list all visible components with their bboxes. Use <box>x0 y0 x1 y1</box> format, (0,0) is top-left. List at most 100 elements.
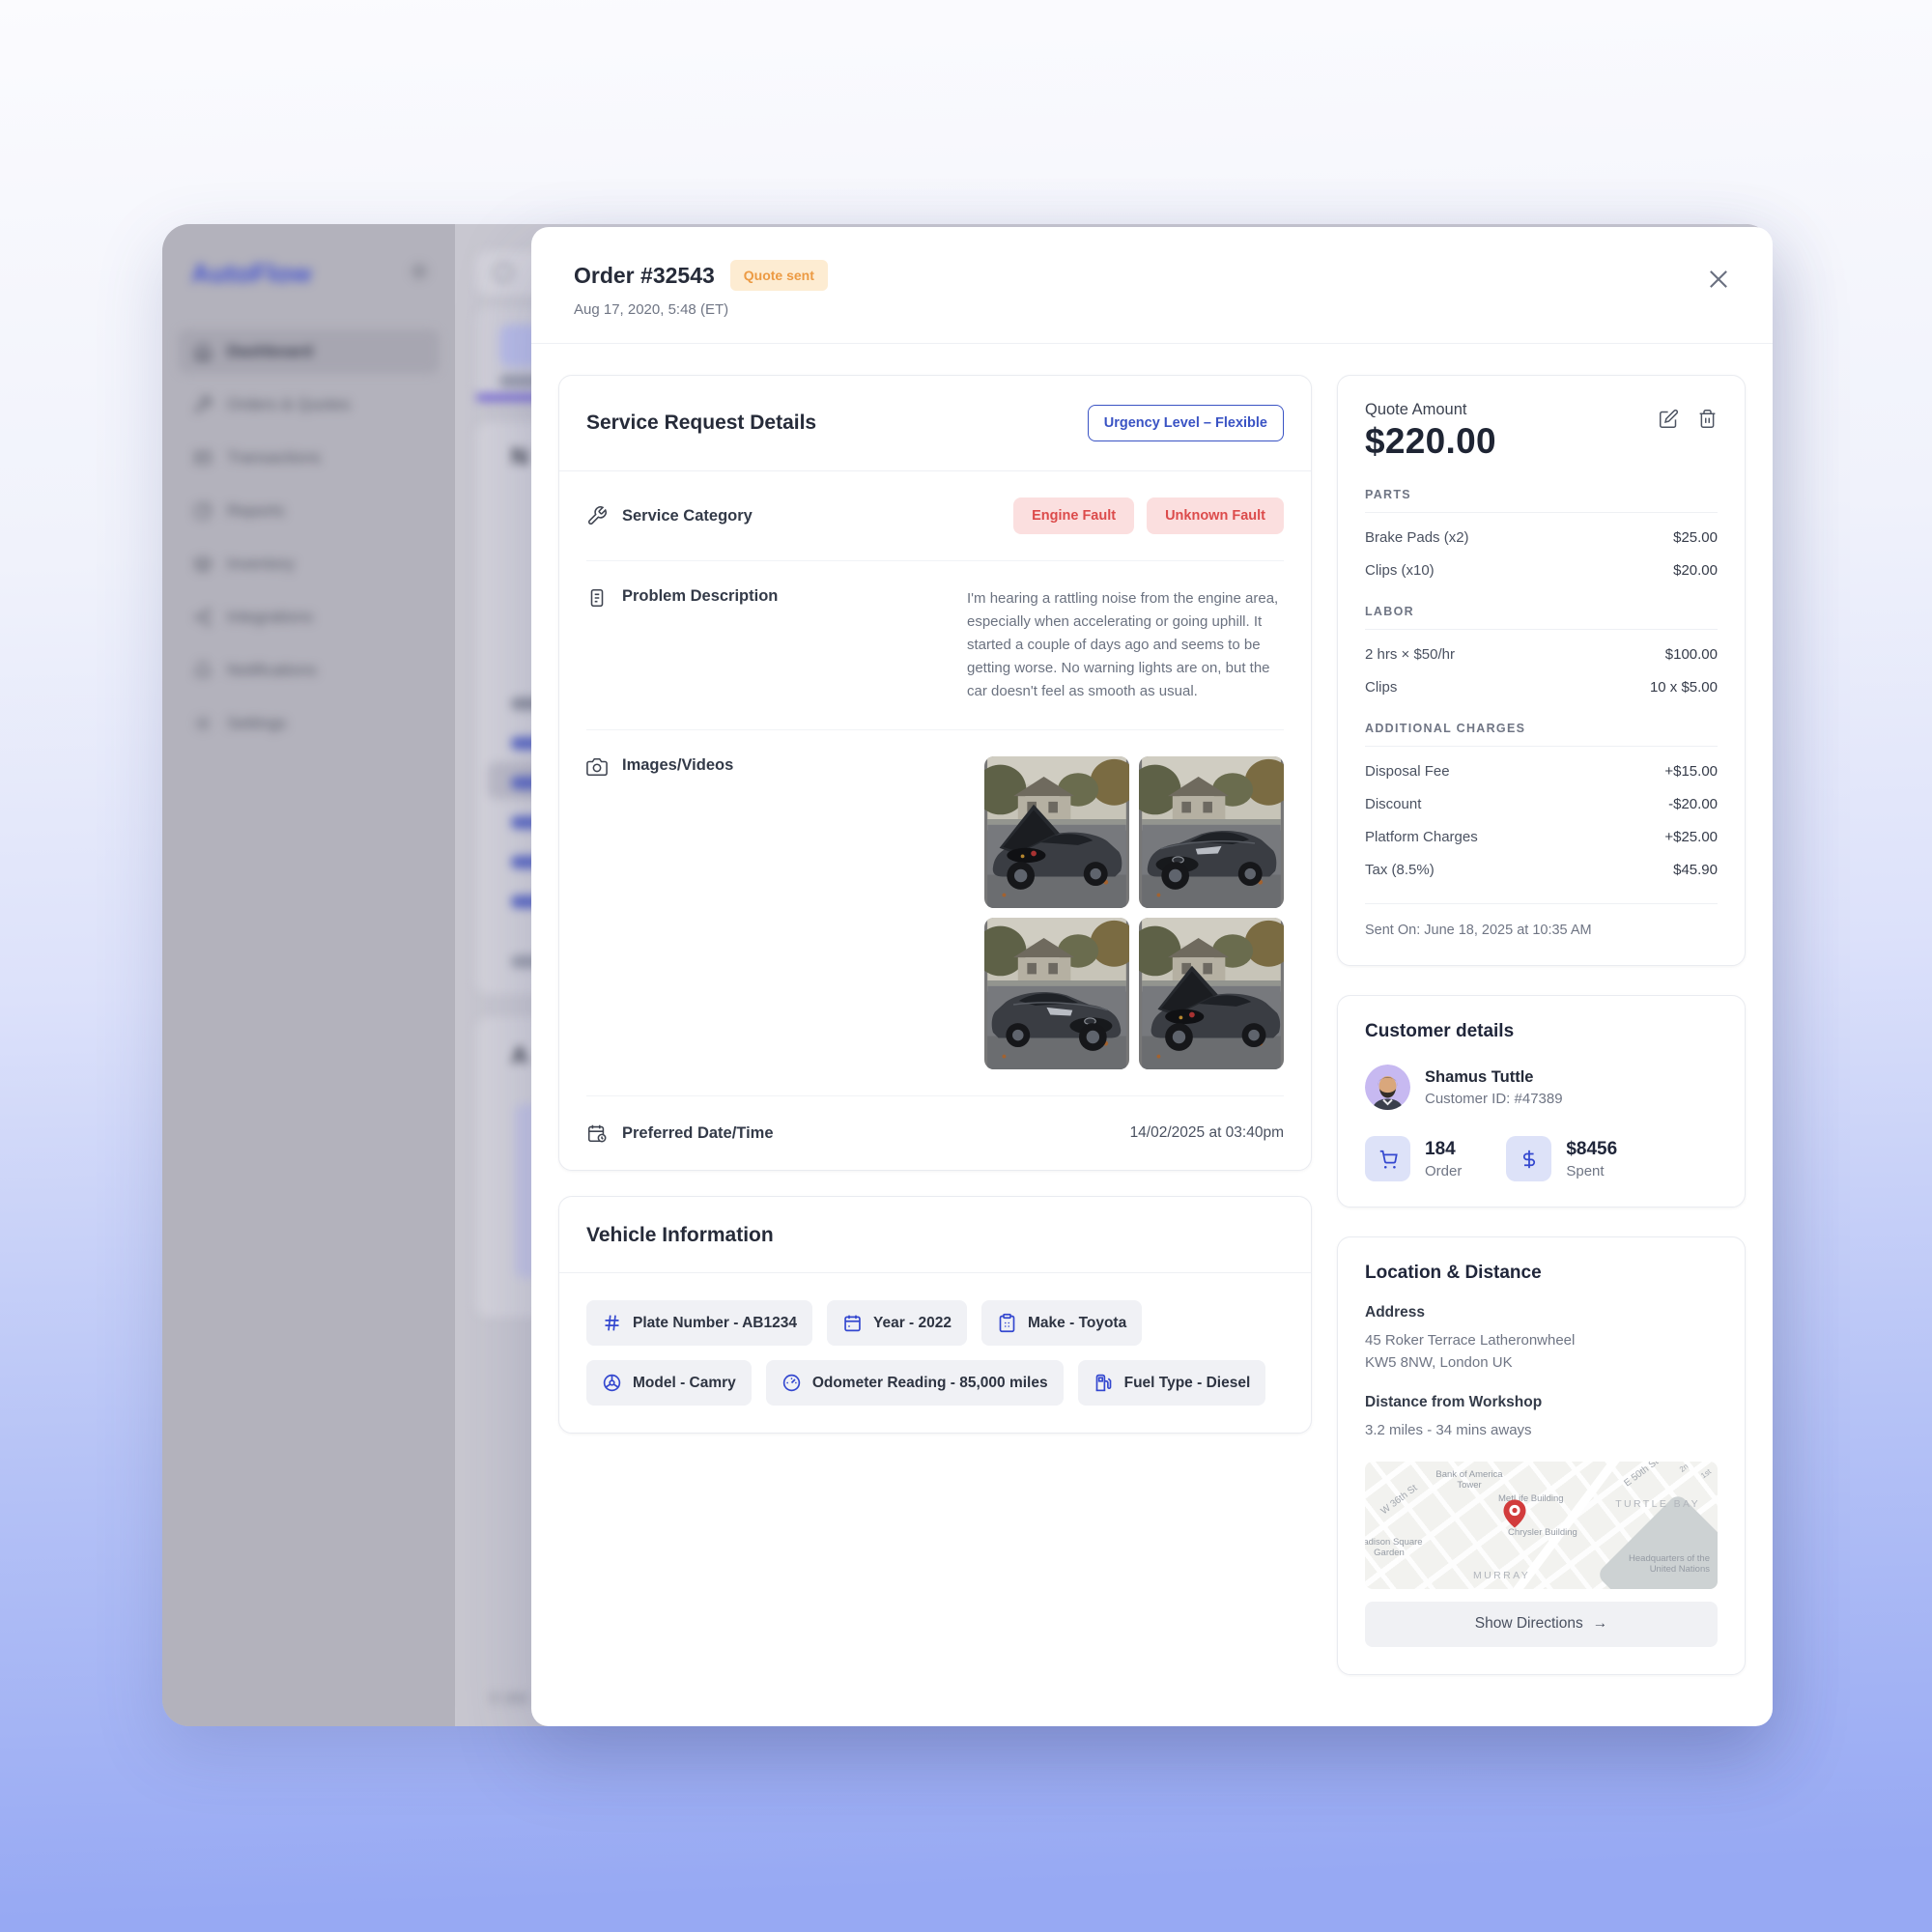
clipboard-icon <box>997 1313 1017 1333</box>
close-icon[interactable] <box>1705 266 1732 293</box>
sidebar-item-label: Inventory <box>227 554 295 574</box>
images-row: Images/Videos <box>586 729 1284 1095</box>
gauge-icon <box>781 1373 802 1393</box>
fault-tag: Unknown Fault <box>1147 497 1284 534</box>
quote-line-item: Disposal Fee +$15.00 <box>1365 763 1718 780</box>
sidebar: AutoFlow Dashboard Orders & Quotes <box>162 224 455 1726</box>
map-label: Headquarters of the United Nations <box>1617 1553 1710 1577</box>
labor-header: LABOR <box>1365 605 1718 618</box>
sidebar-item-label: Reports <box>227 501 285 521</box>
status-badge: Quote sent <box>730 260 828 291</box>
box-icon <box>193 554 213 574</box>
labor-section: LABOR 2 hrs × $50/hr $100.00 Clips 10 x … <box>1365 605 1718 696</box>
steering-icon <box>602 1373 622 1393</box>
fuel-icon <box>1094 1373 1114 1393</box>
vehicle-photo[interactable] <box>1139 756 1284 908</box>
sidebar-item-label: Orders & Quotes <box>227 395 351 414</box>
pie-chart-icon <box>193 501 213 521</box>
sidebar-item-transactions[interactable]: Transactions <box>178 436 440 480</box>
preferred-datetime-label: Preferred Date/Time <box>622 1124 774 1143</box>
quote-line-item: Platform Charges +$25.00 <box>1365 829 1718 845</box>
sidebar-item-dashboard[interactable]: Dashboard <box>178 329 440 374</box>
vehicle-photo[interactable] <box>984 756 1129 908</box>
problem-description-label: Problem Description <box>622 587 778 606</box>
arrow-right-icon: → <box>1593 1615 1608 1633</box>
address-value: 45 Roker Terrace Latheronwheel KW5 8NW, … <box>1365 1330 1718 1374</box>
calendar-icon <box>842 1313 863 1333</box>
vehicle-photo[interactable] <box>984 918 1129 1069</box>
calendar-clock-icon <box>586 1122 608 1144</box>
copyright-text: © 202 <box>490 1690 528 1707</box>
vehicle-badge-make: Make - Toyota <box>981 1300 1142 1346</box>
customer-id: Customer ID: #47389 <box>1425 1091 1563 1107</box>
vehicle-photo[interactable] <box>1139 918 1284 1069</box>
hash-icon <box>602 1313 622 1333</box>
vehicle-photo-grid <box>984 756 1284 1069</box>
map[interactable]: Bank of America Tower E 50th St 2n 1st W… <box>1365 1462 1718 1589</box>
divider <box>559 1272 1311 1273</box>
quote-line-item: Tax (8.5%) $45.90 <box>1365 862 1718 878</box>
quote-line-item: Clips 10 x $5.00 <box>1365 679 1718 696</box>
map-label: Madison Square Garden <box>1365 1537 1433 1560</box>
map-label: TURTLE BAY <box>1615 1498 1700 1511</box>
vehicle-badge-model: Model - Camry <box>586 1360 752 1406</box>
order-details-modal: Order #32543 Quote sent Aug 17, 2020, 5:… <box>531 227 1773 1726</box>
order-date: Aug 17, 2020, 5:48 (ET) <box>574 301 1730 318</box>
sidebar-item-label: Transactions <box>227 448 321 468</box>
customer-details-title: Customer details <box>1365 1021 1718 1042</box>
map-label: Bank of America Tower <box>1425 1469 1514 1492</box>
parts-header: PARTS <box>1365 488 1718 501</box>
page-background: AutoFlow Dashboard Orders & Quotes <box>0 0 1932 1932</box>
document-icon <box>586 587 608 609</box>
sidebar-item-label: Integrations <box>227 608 313 627</box>
sidebar-item-reports[interactable]: Reports <box>178 489 440 533</box>
vehicle-badge-year: Year - 2022 <box>827 1300 967 1346</box>
sidebar-menu: Dashboard Orders & Quotes Transactions R… <box>162 329 455 746</box>
location-distance-title: Location & Distance <box>1365 1263 1718 1284</box>
bell-icon <box>193 661 213 680</box>
address-label: Address <box>1365 1304 1718 1321</box>
service-category-row: Service Category Engine Fault Unknown Fa… <box>586 471 1284 560</box>
vehicle-badge-fuel: Fuel Type - Diesel <box>1078 1360 1266 1406</box>
modal-header: Order #32543 Quote sent Aug 17, 2020, 5:… <box>531 227 1773 344</box>
camera-icon <box>586 756 608 778</box>
vehicle-badge-plate: Plate Number - AB1234 <box>586 1300 812 1346</box>
search-icon <box>494 263 513 282</box>
edit-icon[interactable] <box>1659 409 1679 429</box>
sidebar-item-orders-quotes[interactable]: Orders & Quotes <box>178 383 440 427</box>
spent-stat: $8456 Spent <box>1506 1136 1617 1181</box>
vehicle-information-title: Vehicle Information <box>586 1224 1284 1247</box>
problem-description-text: I'm hearing a rattling noise from the en… <box>967 587 1284 703</box>
dollar-icon <box>1506 1136 1551 1181</box>
sidebar-item-settings[interactable]: Settings <box>178 701 440 746</box>
additional-charges-header: ADDITIONAL CHARGES <box>1365 722 1718 735</box>
delete-icon[interactable] <box>1697 409 1718 429</box>
distance-label: Distance from Workshop <box>1365 1394 1718 1411</box>
parts-section: PARTS Brake Pads (x2) $25.00 Clips (x10)… <box>1365 488 1718 579</box>
vehicle-information-card: Vehicle Information Plate Number - AB123… <box>558 1196 1312 1434</box>
quote-line-item: Discount -$20.00 <box>1365 796 1718 812</box>
spent-amount: $8456 <box>1566 1139 1617 1160</box>
sidebar-item-inventory[interactable]: Inventory <box>178 542 440 586</box>
quote-line-item: Brake Pads (x2) $25.00 <box>1365 529 1718 546</box>
sidebar-item-integrations[interactable]: Integrations <box>178 595 440 639</box>
urgency-level-button[interactable]: Urgency Level – Flexible <box>1088 405 1284 441</box>
cart-icon <box>1365 1136 1410 1181</box>
sidebar-gear-icon[interactable] <box>409 261 430 287</box>
preferred-datetime-value: 14/02/2025 at 03:40pm <box>1130 1124 1284 1142</box>
wrench-icon <box>586 505 608 526</box>
sidebar-item-label: Dashboard <box>227 342 313 361</box>
quote-line-item: 2 hrs × $50/hr $100.00 <box>1365 646 1718 663</box>
show-directions-button[interactable]: Show Directions → <box>1365 1602 1718 1647</box>
service-request-card: Service Request Details Urgency Level – … <box>558 375 1312 1171</box>
gear-icon <box>193 714 213 733</box>
home-icon <box>193 342 213 361</box>
sidebar-item-notifications[interactable]: Notifications <box>178 648 440 693</box>
service-category-label: Service Category <box>622 507 753 526</box>
app-logo: AutoFlow <box>191 259 312 289</box>
additional-charges-section: ADDITIONAL CHARGES Disposal Fee +$15.00 … <box>1365 722 1718 878</box>
orders-stat: 184 Order <box>1365 1136 1462 1181</box>
receipt-icon <box>193 448 213 468</box>
quote-line-item: Clips (x10) $20.00 <box>1365 562 1718 579</box>
quote-amount-label: Quote Amount <box>1365 401 1496 419</box>
